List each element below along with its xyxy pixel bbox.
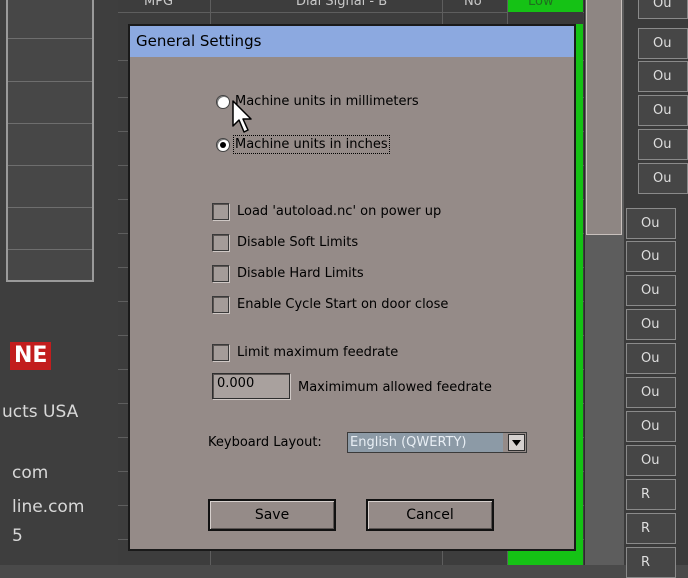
general-settings-dialog: General Settings Machine units in millim… — [128, 24, 576, 551]
chevron-down-icon — [512, 439, 521, 446]
checkbox[interactable] — [212, 344, 229, 361]
output-cell: Ou — [638, 129, 688, 160]
output-cell: Ou — [626, 275, 676, 306]
checkbox-label: Load 'autoload.nc' on power up — [237, 204, 442, 219]
brand-logo-fragment: NE — [10, 342, 52, 370]
output-cell: Ou — [638, 163, 688, 194]
radio-label: Machine units in millimeters — [235, 94, 419, 109]
scrollbar-thumb[interactable] — [586, 0, 622, 235]
max-feedrate-input[interactable]: 0.000 — [212, 373, 290, 399]
table-cell: No — [464, 0, 482, 9]
table-cell: Dial Signal - B — [296, 0, 388, 9]
output-cell: R — [626, 513, 676, 544]
left-info-box — [6, 0, 94, 282]
checkbox-label: Disable Hard Limits — [237, 266, 364, 281]
output-cell: Ou — [626, 411, 676, 442]
output-cell: Ou — [626, 377, 676, 408]
keyboard-layout-select[interactable]: English (QWERTY) — [347, 432, 527, 453]
table-cell: Low — [528, 0, 554, 9]
checkbox-limit-max-feedrate[interactable]: Limit maximum feedrate — [212, 344, 398, 361]
checkbox-disable-soft-limits[interactable]: Disable Soft Limits — [212, 234, 358, 251]
checkbox-autoload[interactable]: Load 'autoload.nc' on power up — [212, 203, 441, 220]
mouse-pointer-icon — [232, 100, 252, 133]
output-cell: Ou — [638, 95, 688, 126]
checkbox-cycle-start-door-close[interactable]: Enable Cycle Start on door close — [212, 296, 448, 313]
dialog-title: General Settings — [136, 32, 262, 50]
checkbox-disable-hard-limits[interactable]: Disable Hard Limits — [212, 265, 364, 282]
output-cell: Ou — [626, 343, 676, 374]
table-cell: MPG — [144, 0, 174, 9]
max-feedrate-label: Maximimum allowed feedrate — [298, 380, 492, 395]
keyboard-layout-label: Keyboard Layout: — [208, 435, 322, 450]
cancel-button[interactable]: Cancel — [366, 499, 494, 531]
output-cell: Ou — [638, 28, 688, 59]
radio-inches[interactable]: Machine units in inches — [216, 135, 390, 154]
output-cell: Ou — [638, 61, 688, 92]
output-cell: R — [626, 547, 676, 578]
checkbox-label: Limit maximum feedrate — [237, 345, 399, 360]
output-cell: Ou — [626, 445, 676, 476]
checkbox-label: Disable Soft Limits — [237, 235, 359, 250]
checkbox[interactable] — [212, 234, 229, 251]
output-cell: Ou — [626, 309, 676, 340]
radio-button[interactable] — [216, 94, 230, 109]
left-info-line: ucts USA — [2, 402, 79, 422]
output-cell: R — [626, 479, 676, 510]
keyboard-layout-value[interactable]: English (QWERTY) — [348, 433, 503, 452]
save-button[interactable]: Save — [208, 499, 336, 531]
checkbox[interactable] — [212, 203, 229, 220]
checkbox[interactable] — [212, 265, 229, 282]
output-cell: Ou — [638, 0, 688, 19]
checkbox-label: Enable Cycle Start on door close — [237, 297, 449, 312]
left-info-line: com — [12, 463, 49, 483]
output-cell: Ou — [626, 208, 676, 239]
output-cell: Ou — [626, 241, 676, 272]
dropdown-button[interactable] — [508, 434, 525, 451]
dialog-titlebar[interactable]: General Settings — [130, 26, 574, 57]
left-info-line: line.com — [12, 497, 85, 517]
output-column: Ou Ou Ou Ou Ou Ou Ou Ou Ou Ou Ou Ou Ou O… — [624, 0, 688, 578]
radio-label: Machine units in inches — [233, 135, 390, 154]
radio-button-checked[interactable] — [216, 137, 230, 152]
left-info-line: 5 — [12, 526, 23, 546]
checkbox[interactable] — [212, 296, 229, 313]
